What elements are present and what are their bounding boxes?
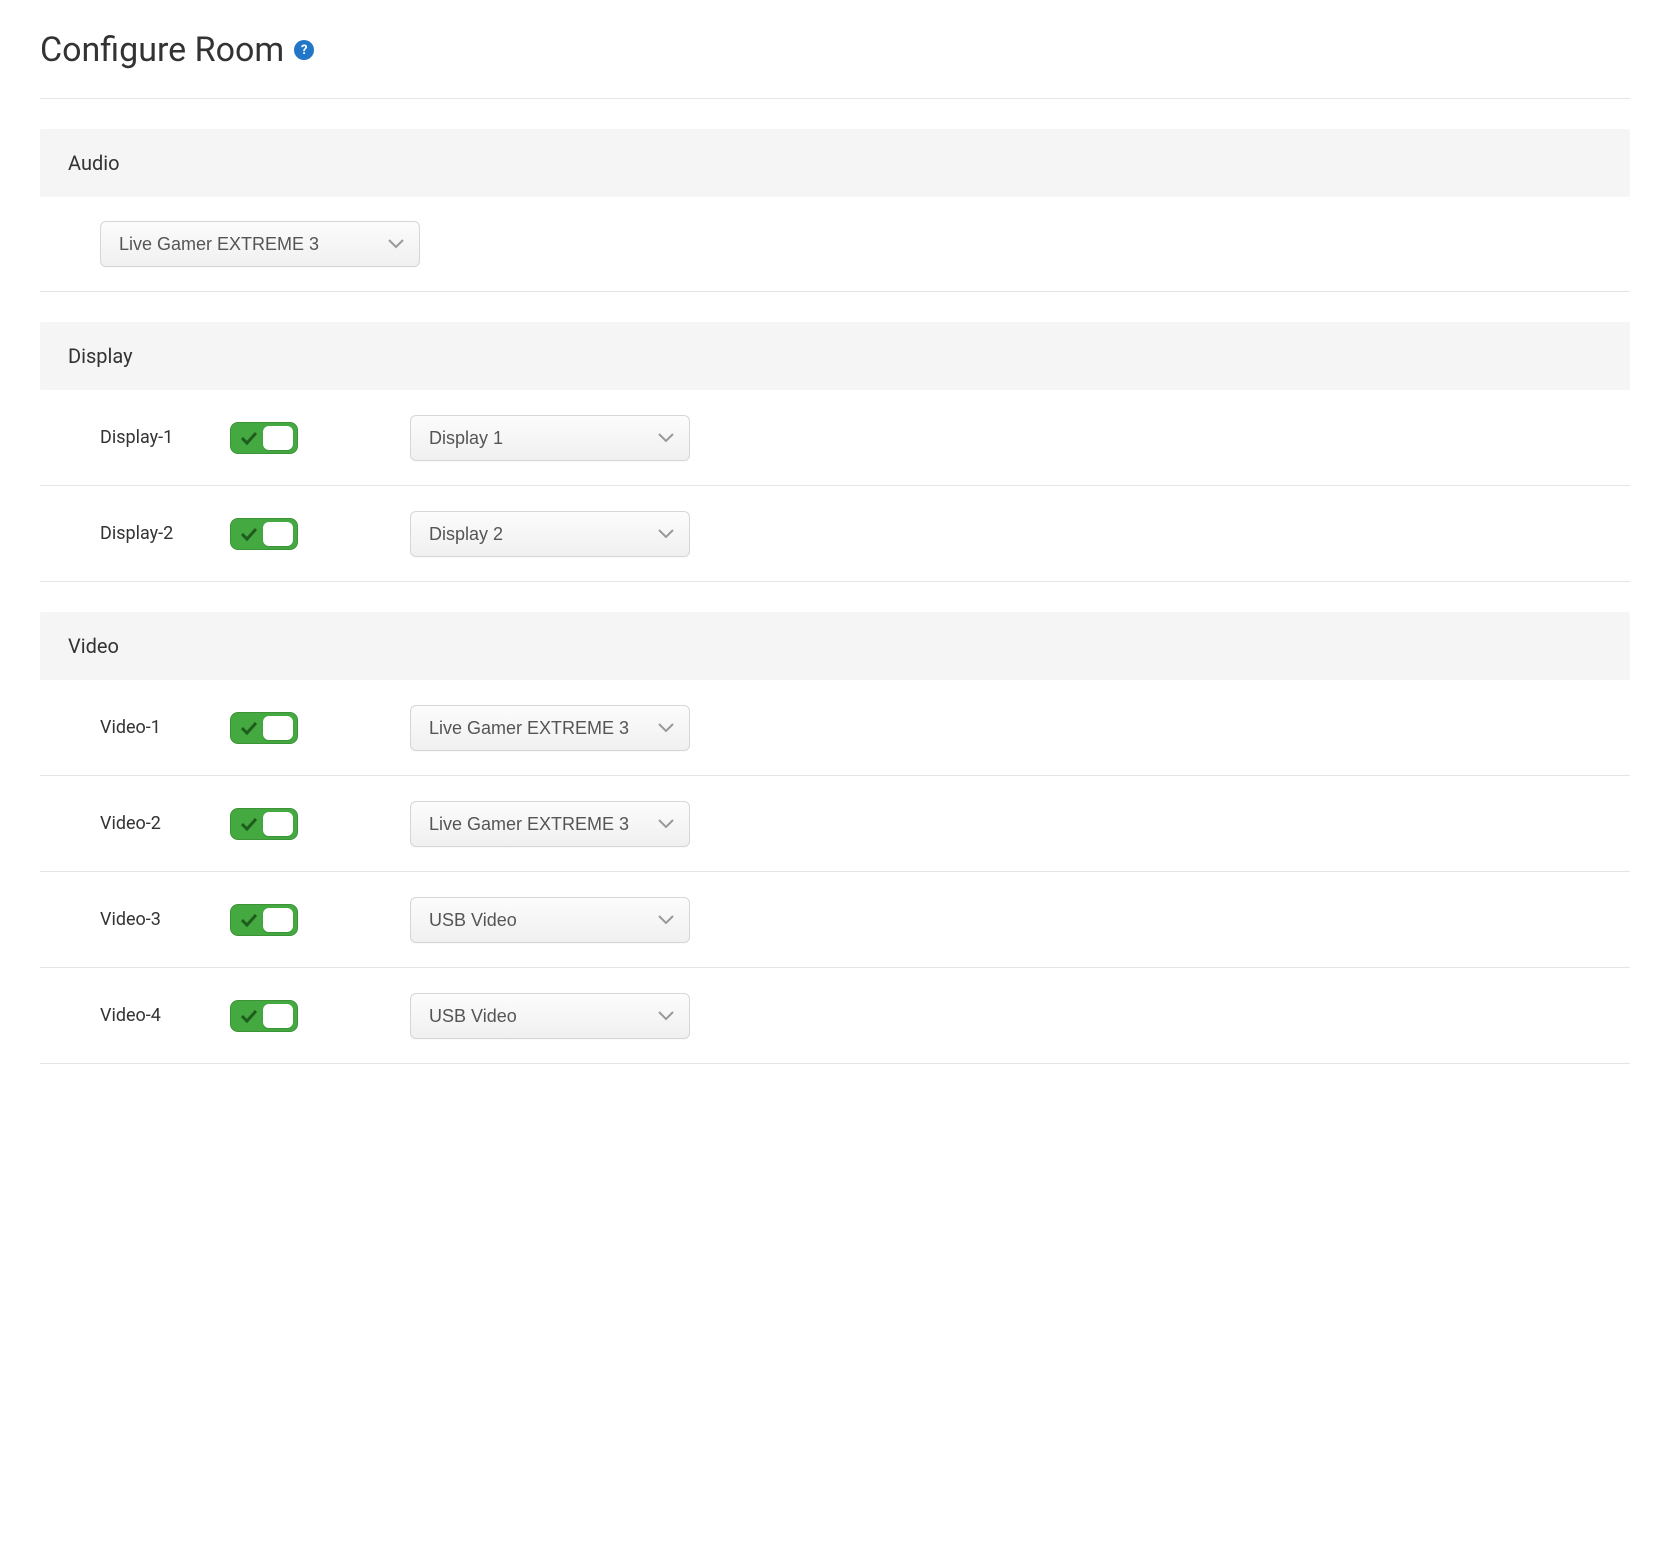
toggle-knob (263, 908, 293, 932)
video-2-label: Video-2 (100, 813, 230, 834)
toggle-knob (263, 1004, 293, 1028)
video-3-select[interactable]: USB Video (410, 897, 690, 943)
display-1-label: Display-1 (100, 427, 230, 448)
check-icon (241, 1009, 257, 1023)
check-icon (241, 431, 257, 445)
video-2-select[interactable]: Live Gamer EXTREME 3 (410, 801, 690, 847)
display-1-select[interactable]: Display 1 (410, 415, 690, 461)
page-title: Configure Room (40, 30, 284, 70)
display-2-toggle[interactable] (230, 518, 298, 550)
video-3-toggle[interactable] (230, 904, 298, 936)
check-icon (241, 721, 257, 735)
display-row-1: Display-1 Display 1 (40, 390, 1630, 486)
check-icon (241, 817, 257, 831)
video-row-1: Video-1 Live Gamer EXTREME 3 (40, 680, 1630, 776)
video-1-select[interactable]: Live Gamer EXTREME 3 (410, 705, 690, 751)
audio-device-select[interactable]: Live Gamer EXTREME 3 (100, 221, 420, 267)
section-display: Display Display-1 Display 1 (40, 322, 1630, 582)
video-row-2: Video-2 Live Gamer EXTREME 3 (40, 776, 1630, 872)
display-2-select[interactable]: Display 2 (410, 511, 690, 557)
section-header-video: Video (40, 612, 1630, 680)
check-icon (241, 527, 257, 541)
help-icon[interactable]: ? (294, 40, 314, 60)
check-icon (241, 913, 257, 927)
video-3-label: Video-3 (100, 909, 230, 930)
section-header-display: Display (40, 322, 1630, 390)
section-video: Video Video-1 Live Gamer EXTREME 3 (40, 612, 1630, 1064)
toggle-knob (263, 426, 293, 450)
video-4-label: Video-4 (100, 1005, 230, 1026)
video-1-toggle[interactable] (230, 712, 298, 744)
section-header-audio: Audio (40, 129, 1630, 197)
video-2-toggle[interactable] (230, 808, 298, 840)
display-row-2: Display-2 Display 2 (40, 486, 1630, 582)
toggle-knob (263, 812, 293, 836)
section-audio: Audio Live Gamer EXTREME 3 (40, 129, 1630, 292)
display-2-label: Display-2 (100, 523, 230, 544)
toggle-knob (263, 716, 293, 740)
audio-row: Live Gamer EXTREME 3 (40, 197, 1630, 292)
video-row-3: Video-3 USB Video (40, 872, 1630, 968)
video-1-label: Video-1 (100, 717, 230, 738)
divider (40, 98, 1630, 99)
video-4-select[interactable]: USB Video (410, 993, 690, 1039)
toggle-knob (263, 522, 293, 546)
display-1-toggle[interactable] (230, 422, 298, 454)
video-4-toggle[interactable] (230, 1000, 298, 1032)
video-row-4: Video-4 USB Video (40, 968, 1630, 1064)
